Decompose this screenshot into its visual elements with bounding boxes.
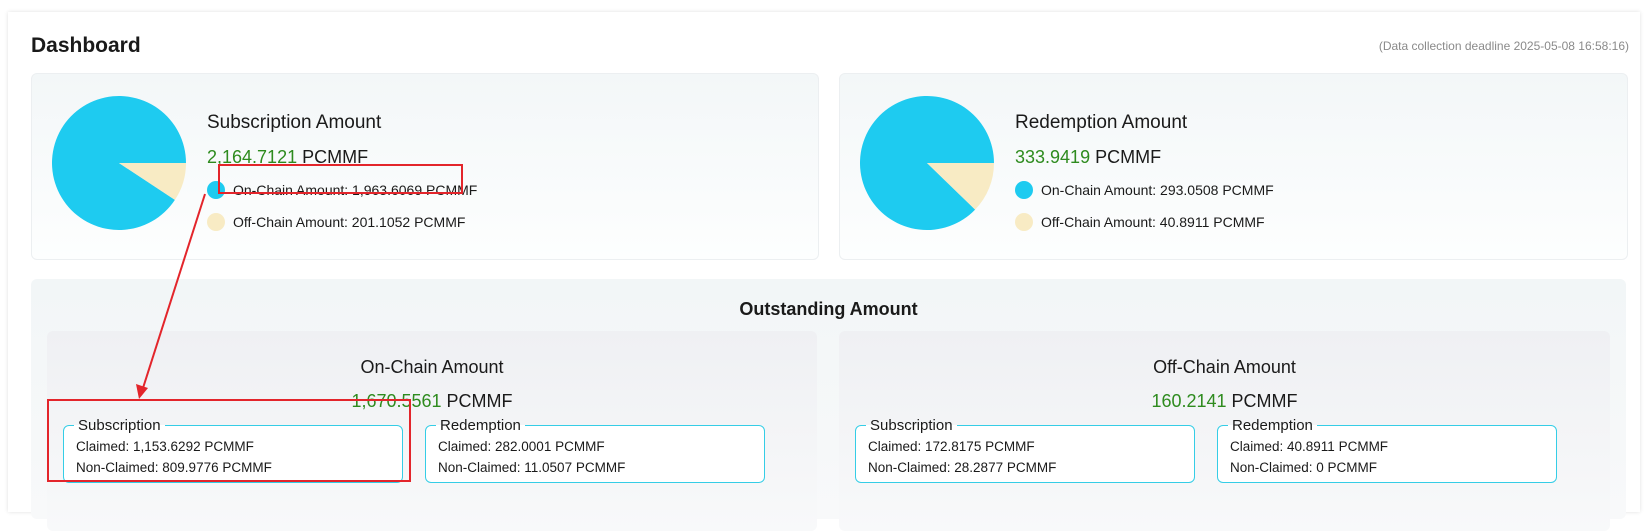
annotation-arrow bbox=[136, 193, 206, 399]
